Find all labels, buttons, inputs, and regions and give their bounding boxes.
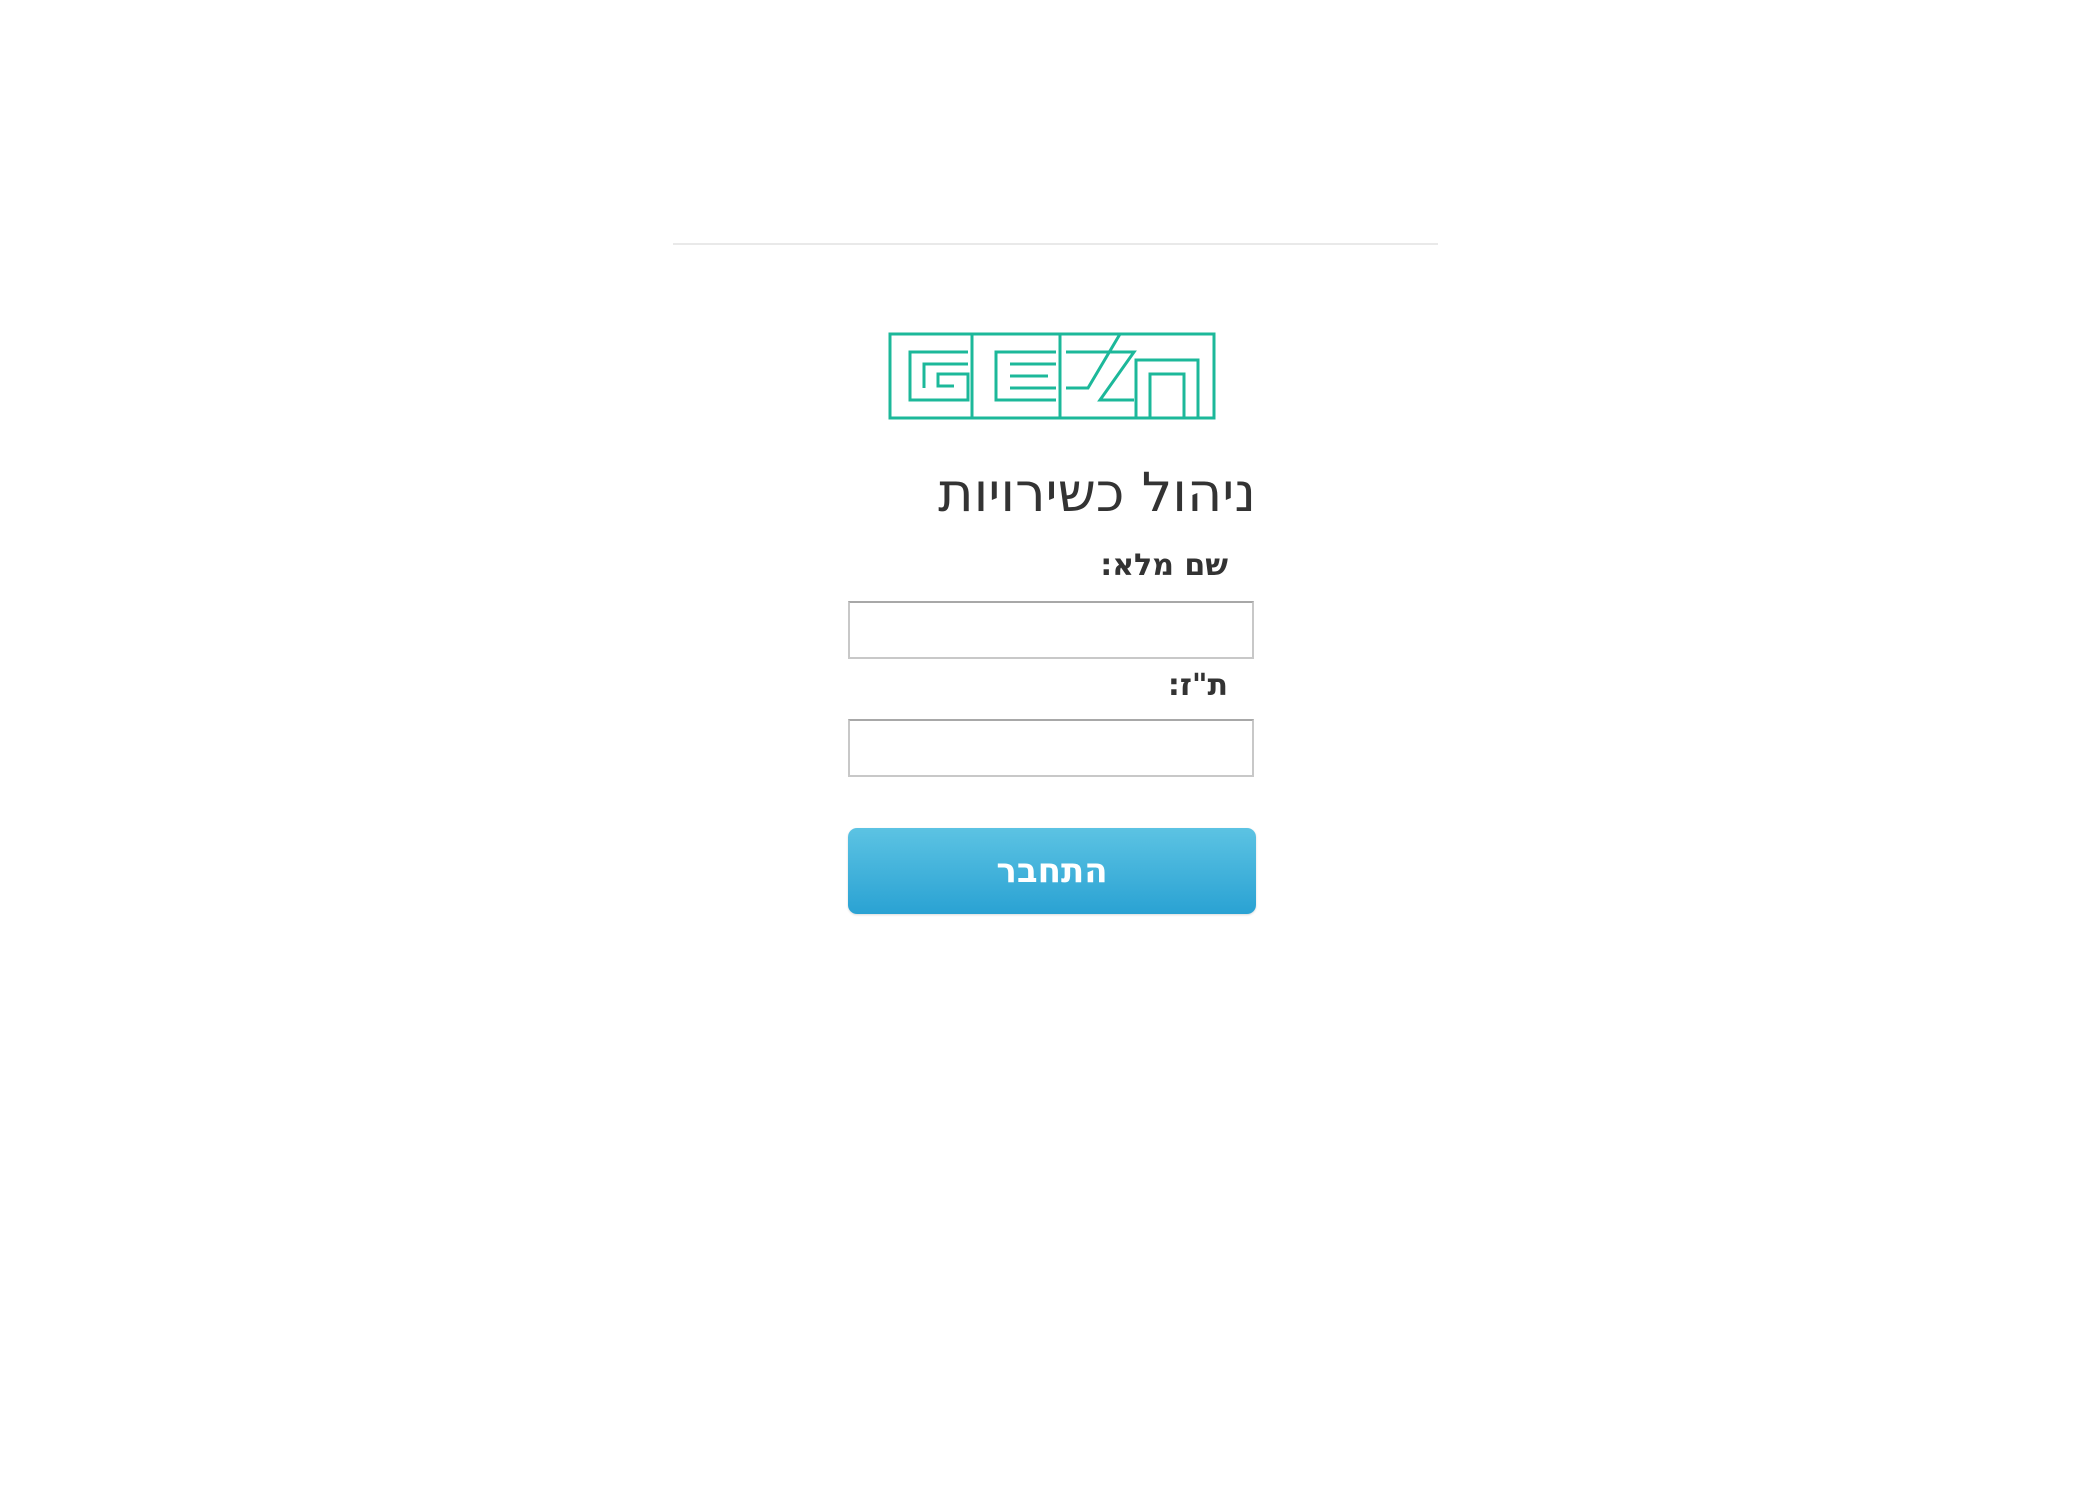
full-name-input[interactable] bbox=[848, 601, 1254, 659]
id-number-input[interactable] bbox=[848, 719, 1254, 777]
full-name-label: שם מלא: bbox=[1100, 548, 1228, 583]
top-divider bbox=[673, 243, 1438, 245]
page-title: ניהול כשירויות bbox=[938, 461, 1256, 524]
login-button[interactable]: התחבר bbox=[848, 828, 1256, 914]
gezn-logo bbox=[888, 332, 1216, 420]
id-number-label: ת"ז: bbox=[1167, 668, 1228, 703]
gezn-logo-graphic bbox=[888, 332, 1216, 420]
